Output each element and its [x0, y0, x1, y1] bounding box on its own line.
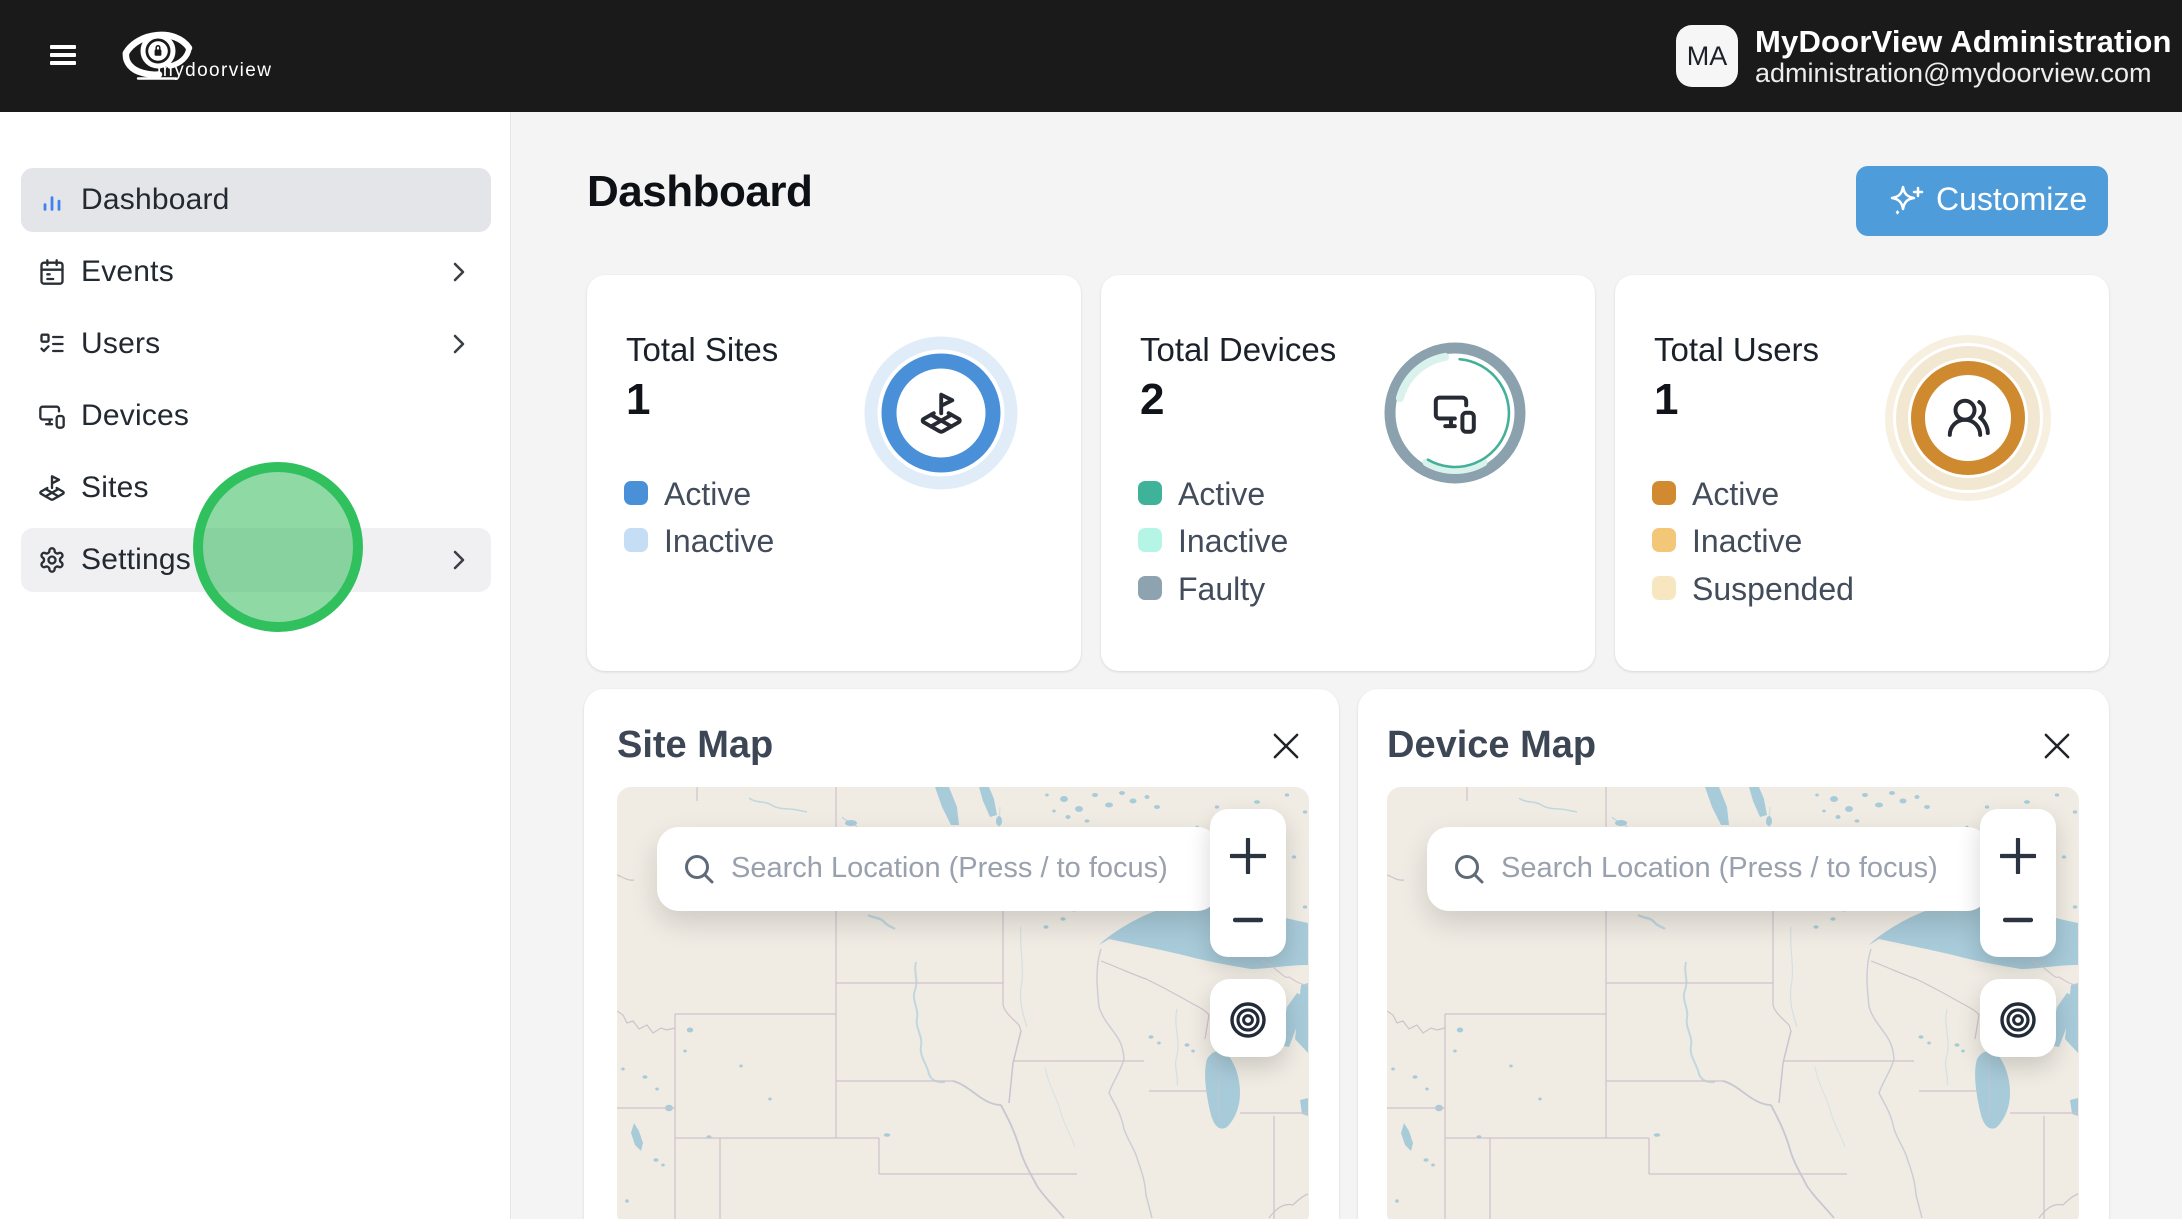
svg-text:mydoorview: mydoorview: [157, 60, 272, 81]
